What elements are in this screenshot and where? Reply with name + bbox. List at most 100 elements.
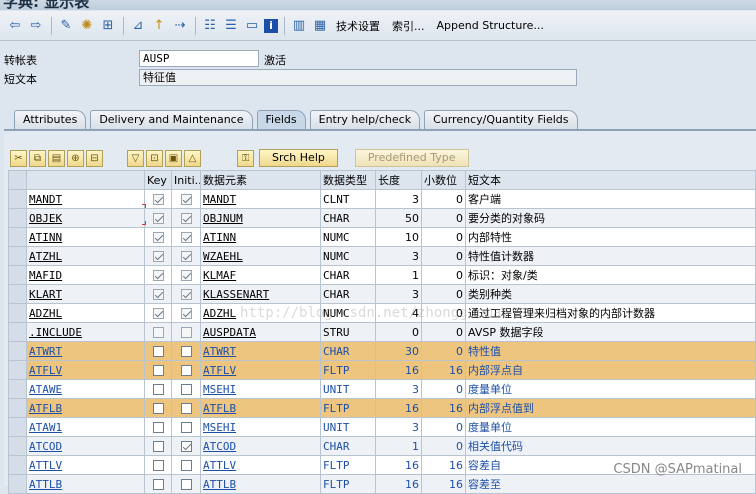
decimals-cell[interactable]: 16: [421, 474, 466, 494]
decimals-cell[interactable]: 16: [421, 398, 466, 418]
decimals-cell[interactable]: 16: [421, 360, 466, 380]
select-all-cell[interactable]: [8, 170, 27, 190]
field-name[interactable]: .INCLUDE: [29, 326, 82, 339]
field-name[interactable]: KLART: [29, 288, 62, 301]
table-row[interactable]: ATWRT ATWRT CHAR 30 0 特性值: [8, 341, 756, 361]
field-name[interactable]: ATINN: [29, 231, 62, 244]
field-name-cell[interactable]: ATINN: [26, 227, 145, 247]
info-icon[interactable]: i: [264, 18, 278, 33]
object-list-icon[interactable]: ☷: [201, 17, 219, 35]
length-cell[interactable]: 3: [375, 379, 422, 399]
data-type-cell[interactable]: STRU: [320, 322, 376, 342]
length-cell[interactable]: 0: [375, 322, 422, 342]
initial-cell[interactable]: [171, 208, 201, 228]
data-element-cell[interactable]: AUSPDATA: [200, 322, 321, 342]
row-selector[interactable]: [8, 474, 27, 494]
initial-checkbox[interactable]: [180, 479, 192, 490]
initial-checkbox[interactable]: [180, 251, 192, 262]
key-checkbox[interactable]: [152, 460, 164, 471]
decimals-cell[interactable]: 16: [421, 455, 466, 475]
row-selector[interactable]: [8, 417, 27, 437]
edit-pencil-icon[interactable]: ✎: [57, 17, 75, 35]
key-checkbox[interactable]: [152, 308, 164, 319]
tab-entry-help[interactable]: Entry help/check: [309, 110, 421, 129]
length-cell[interactable]: 16: [375, 360, 422, 380]
short-text-cell[interactable]: 度量单位: [465, 417, 756, 437]
initial-checkbox[interactable]: [180, 308, 192, 319]
table-row[interactable]: OBJEK OBJNUM CHAR 50 0 要分类的对象码: [8, 208, 756, 228]
decimals-cell[interactable]: 0: [421, 379, 466, 399]
key-checkbox[interactable]: [152, 194, 164, 205]
decimals-cell[interactable]: 0: [421, 189, 466, 209]
decimals-cell[interactable]: 0: [421, 208, 466, 228]
key-cell[interactable]: [144, 474, 172, 494]
key-checkbox[interactable]: [152, 365, 164, 376]
data-element-cell[interactable]: ATFLB: [200, 398, 321, 418]
row-selector[interactable]: [8, 208, 27, 228]
row-selector[interactable]: [8, 246, 27, 266]
insert-row-icon[interactable]: ⊕: [67, 149, 84, 167]
short-text-cell[interactable]: 客户端: [465, 189, 756, 209]
field-name-cell[interactable]: ATFLV: [26, 360, 145, 380]
data-element[interactable]: ATFLB: [203, 402, 236, 415]
length-cell[interactable]: 1: [375, 436, 422, 456]
initial-cell[interactable]: [171, 341, 201, 361]
table-row[interactable]: ATZHL WZAEHL NUMC 3 0 特性值计数器: [8, 246, 756, 266]
field-name-cell[interactable]: ATAW1: [26, 417, 145, 437]
table-row[interactable]: ATCOD ATCOD CHAR 1 0 相关值代码: [8, 436, 756, 456]
key-checkbox[interactable]: [152, 232, 164, 243]
data-element-cell[interactable]: MANDT: [200, 189, 321, 209]
key-icon[interactable]: ⚿: [237, 149, 254, 167]
field-name-cell[interactable]: MANDT: [26, 189, 145, 209]
initial-checkbox[interactable]: [180, 270, 192, 281]
data-type-cell[interactable]: NUMC: [320, 246, 376, 266]
field-name[interactable]: MANDT: [29, 193, 62, 206]
append-structure-button[interactable]: Append Structure...: [437, 19, 544, 32]
where-used-icon[interactable]: ⊞: [99, 17, 117, 35]
field-name[interactable]: ATFLV: [29, 364, 62, 377]
row-selector[interactable]: [8, 227, 27, 247]
key-cell[interactable]: [144, 322, 172, 342]
short-text-cell[interactable]: 容差至: [465, 474, 756, 494]
field-name-cell[interactable]: ATCOD: [26, 436, 145, 456]
data-element-cell[interactable]: OBJNUM: [200, 208, 321, 228]
key-checkbox[interactable]: [152, 213, 164, 224]
length-cell[interactable]: 16: [375, 398, 422, 418]
data-element[interactable]: ATINN: [203, 231, 236, 244]
data-element[interactable]: OBJNUM: [203, 212, 243, 225]
row-selector[interactable]: [8, 303, 27, 323]
hierarchy-icon[interactable]: ⊿: [129, 17, 147, 35]
field-name-cell[interactable]: ATFLB: [26, 398, 145, 418]
tab-delivery-maintenance[interactable]: Delivery and Maintenance: [90, 110, 253, 129]
initial-cell[interactable]: [171, 322, 201, 342]
data-element[interactable]: AUSPDATA: [203, 326, 256, 339]
table-name-field[interactable]: AUSP: [139, 50, 259, 67]
index-button[interactable]: 索引...: [392, 18, 425, 34]
short-text-cell[interactable]: 内部浮点值到: [465, 398, 756, 418]
key-cell[interactable]: [144, 246, 172, 266]
decimals-cell[interactable]: 0: [421, 436, 466, 456]
key-checkbox[interactable]: [152, 403, 164, 414]
short-text-cell[interactable]: 特性值: [465, 341, 756, 361]
length-cell[interactable]: 3: [375, 189, 422, 209]
row-selector[interactable]: [8, 436, 27, 456]
table-row[interactable]: MAFID KLMAF CHAR 1 0 标识：对象/类: [8, 265, 756, 285]
key-checkbox[interactable]: [152, 270, 164, 281]
key-cell[interactable]: [144, 436, 172, 456]
col-header-length[interactable]: 长度: [375, 170, 422, 190]
short-text-cell[interactable]: 标识：对象/类: [465, 265, 756, 285]
table-row[interactable]: ATFLV ATFLV FLTP 16 16 内部浮点自: [8, 360, 756, 380]
data-element-cell[interactable]: MSEHI: [200, 379, 321, 399]
display-object-icon[interactable]: ☰: [222, 17, 240, 35]
field-name[interactable]: ATTLB: [29, 478, 62, 491]
field-name[interactable]: ATFLB: [29, 402, 62, 415]
table-row[interactable]: MANDT MANDT CLNT 3 0 客户端: [8, 189, 756, 209]
data-element[interactable]: KLASSENART: [203, 288, 269, 301]
initial-checkbox[interactable]: [180, 365, 192, 376]
key-cell[interactable]: [144, 265, 172, 285]
decimals-cell[interactable]: 0: [421, 417, 466, 437]
data-type-cell[interactable]: CHAR: [320, 436, 376, 456]
row-selector[interactable]: [8, 360, 27, 380]
table-row[interactable]: .INCLUDE AUSPDATA STRU 0 0 AVSP 数据字段: [8, 322, 756, 342]
initial-checkbox[interactable]: [180, 346, 192, 357]
